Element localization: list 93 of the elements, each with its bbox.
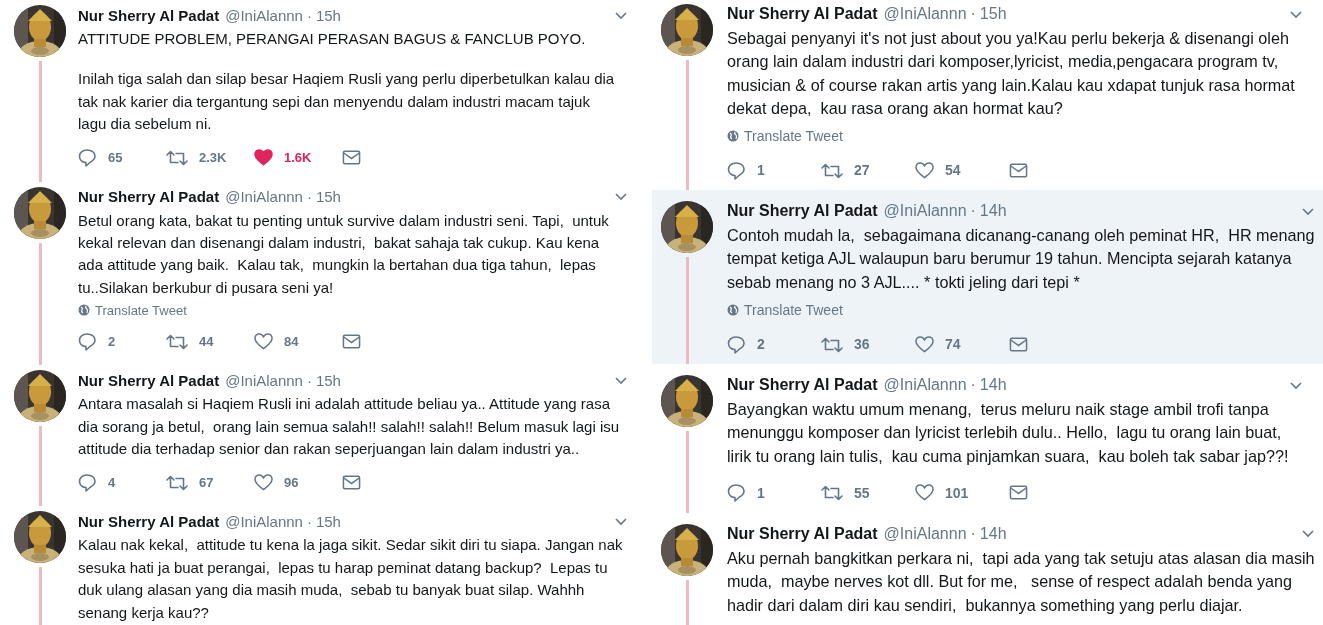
timestamp[interactable]: 14h	[979, 202, 1007, 221]
tweet-text: Aku pernah bangkitkan perkara ni, tapi ada yang tak setuju atas alasan dia masih muda, maybe nerves kot dll. But for me, sense of respect adalah benda yang hadir dari dalam diri kau sendiri, bukannya something yang perlu diajar.	[727, 547, 1315, 616]
count: 1	[757, 484, 765, 501]
user-handle[interactable]: @IniAlannn	[225, 6, 303, 24]
count: 44	[199, 333, 214, 349]
timestamp[interactable]: 15h	[315, 188, 341, 206]
chevron-down-icon[interactable]	[614, 375, 628, 385]
heart-icon[interactable]	[254, 472, 273, 492]
user-name[interactable]: Nur Sherry Al Padat	[727, 5, 878, 23]
count: 2	[108, 333, 116, 349]
count: 36	[854, 336, 870, 353]
retweet-icon[interactable]	[166, 149, 188, 167]
separator-dot: ·	[970, 376, 976, 395]
thread-line	[685, 579, 689, 625]
tweet-text: Betul orang kata, bakat tu penting untuk survive dalam industri seni. Tapi, untuk kekal relevan dan disenangi dalam industri, bakat sahaja tak cukup. Kau kena ada attitude yang baik. Kalau tak, mungkin la bertahan dua tiga tahun, lepas tu..Silakan berkubur di pusara seni ya!	[78, 210, 610, 298]
chevron-down-icon[interactable]	[614, 516, 628, 526]
count: 27	[854, 162, 870, 179]
retweet-icon[interactable]	[821, 484, 843, 502]
reply-icon[interactable]	[727, 160, 746, 180]
user-name[interactable]: Nur Sherry Al Padat	[78, 371, 220, 389]
user-handle[interactable]: @IniAlannn	[883, 524, 967, 543]
heart-icon[interactable]	[915, 483, 934, 503]
user-name[interactable]: Nur Sherry Al Padat	[727, 202, 878, 221]
retweet-icon[interactable]	[166, 332, 188, 350]
reply-icon[interactable]	[78, 148, 97, 168]
separator-dot: ·	[306, 6, 312, 24]
heart-icon[interactable]	[915, 160, 934, 180]
tweet-text: Kalau nak kekal, attitude tu kena la jaga sikit. Sedar sikit diri tu siapa. Jangan nak sesuka hati ja buat perangai, lepas tu harap peminat datang backup? Lepas tu duk ulang alasan yang dia masih muda, sebab tu banyak buat silap. Wahhh senang kerja kau??	[78, 535, 624, 623]
reply-icon[interactable]	[78, 472, 97, 492]
separator-dot: ·	[970, 5, 976, 23]
translate-link[interactable]: Translate Tweet	[744, 128, 843, 145]
user-handle[interactable]: @IniAlannn	[883, 376, 967, 395]
tweet-text: Antara masalah si Haqiem Rusli ini adalah attitude beliau ya.. Attitude yang rasa dia sorang ja betul, orang lain semua salah!! salah!! salah!! Belum masuk lagi isu attitude dia terhadap senior dan rakan seperjuangan lain dalam industri ya..	[78, 394, 621, 460]
chevron-down-icon[interactable]	[614, 10, 628, 20]
separator-dot: ·	[970, 524, 976, 543]
heart-icon[interactable]	[254, 148, 273, 168]
timestamp[interactable]: 15h	[315, 6, 341, 24]
timestamp[interactable]: 15h	[315, 512, 341, 530]
count: 2	[757, 336, 765, 353]
thread-line	[38, 567, 42, 625]
timestamp[interactable]: 15h	[979, 5, 1007, 23]
tweet-text: Bayangkan waktu umum menang, terus meluru naik stage ambil trofi tanpa menunggu komposer dan lyricist terlebih dulu.. Hello, lagu tu orang lain buat, lirik tu orang lain tulis, kau cuma pinjamkan suara, kau boleh tak sabar jap??!	[727, 399, 1290, 467]
count: 65	[108, 150, 123, 166]
chevron-down-icon[interactable]	[1289, 9, 1303, 19]
user-handle[interactable]: @IniAlannn	[225, 188, 303, 206]
count: 84	[284, 333, 299, 349]
reply-icon[interactable]	[727, 334, 746, 354]
retweet-icon[interactable]	[821, 335, 843, 353]
user-handle[interactable]: @IniAlannn	[225, 371, 303, 389]
count: 96	[284, 474, 299, 490]
tweet-text: Sebagai penyanyi it's not just about you ya!Kau perlu bekerja & disenangi oleh orang lain dalam industri dari komposer,lyricist, media,pengacara program tv, musician & of course rakan artis yang lain.Kalau kau xdapat tunjuk rasa hormat dekat depa, kau rasa orang akan hormat kau?	[727, 28, 1296, 119]
count: 74	[945, 336, 961, 353]
count: 55	[854, 484, 870, 501]
globe-icon[interactable]	[727, 130, 739, 143]
tweet-text: ATTITUDE PROBLEM, PERANGAI PERASAN BAGUS & FANCLUB POYO.	[78, 29, 587, 49]
chevron-down-icon[interactable]	[1300, 206, 1315, 216]
reply-icon[interactable]	[727, 483, 746, 503]
tweet-text: Contoh mudah la, sebagaimana dicanang-canang oleh peminat HR, HR menang tempat ketiga AJL walaupun baru berumur 19 tahun. Mencipta sejarah katanya sebab menang no 3 AJL.... * tokti jeling dari tepi *	[727, 225, 1315, 293]
globe-icon[interactable]	[78, 304, 90, 317]
timestamp[interactable]: 14h	[979, 376, 1007, 395]
chevron-down-icon[interactable]	[614, 192, 628, 202]
timestamp[interactable]: 14h	[979, 524, 1007, 543]
count: 1	[757, 162, 765, 179]
translate-link[interactable]: Translate Tweet	[95, 302, 187, 318]
separator-dot: ·	[306, 512, 312, 530]
count: 1.6K	[284, 150, 312, 166]
translate-link[interactable]: Translate Tweet	[744, 302, 843, 319]
chevron-down-icon[interactable]	[1300, 529, 1315, 539]
user-handle[interactable]: @IniAlannn	[883, 202, 967, 221]
heart-icon[interactable]	[915, 334, 934, 354]
user-handle[interactable]: @IniAlannn	[225, 512, 303, 530]
user-name[interactable]: Nur Sherry Al Padat	[727, 524, 878, 543]
reply-icon[interactable]	[78, 331, 97, 351]
user-name[interactable]: Nur Sherry Al Padat	[78, 512, 220, 530]
user-name[interactable]: Nur Sherry Al Padat	[78, 188, 220, 206]
count: 4	[108, 474, 116, 490]
user-name[interactable]: Nur Sherry Al Padat	[78, 6, 220, 24]
timestamp[interactable]: 15h	[315, 371, 341, 389]
user-name[interactable]: Nur Sherry Al Padat	[727, 376, 878, 395]
chevron-down-icon[interactable]	[1289, 380, 1303, 390]
count: 67	[199, 474, 214, 490]
globe-icon[interactable]	[727, 304, 739, 317]
separator-dot: ·	[970, 202, 976, 221]
count: 101	[945, 484, 969, 501]
retweet-icon[interactable]	[821, 161, 843, 179]
retweet-icon[interactable]	[166, 473, 188, 491]
tweet-text: Inilah tiga salah dan silap besar Haqiem Rusli yang perlu diperbetulkan kalau dia tak nak karier dia tergantung sepi dan menyendu dalam industri macam tajuk lagu dia sebelum ni.	[78, 69, 616, 135]
separator-dot: ·	[306, 188, 312, 206]
separator-dot: ·	[306, 371, 312, 389]
count: 2.3K	[199, 150, 227, 166]
heart-icon[interactable]	[254, 331, 273, 351]
count: 54	[945, 162, 961, 179]
user-handle[interactable]: @IniAlannn	[883, 5, 967, 23]
